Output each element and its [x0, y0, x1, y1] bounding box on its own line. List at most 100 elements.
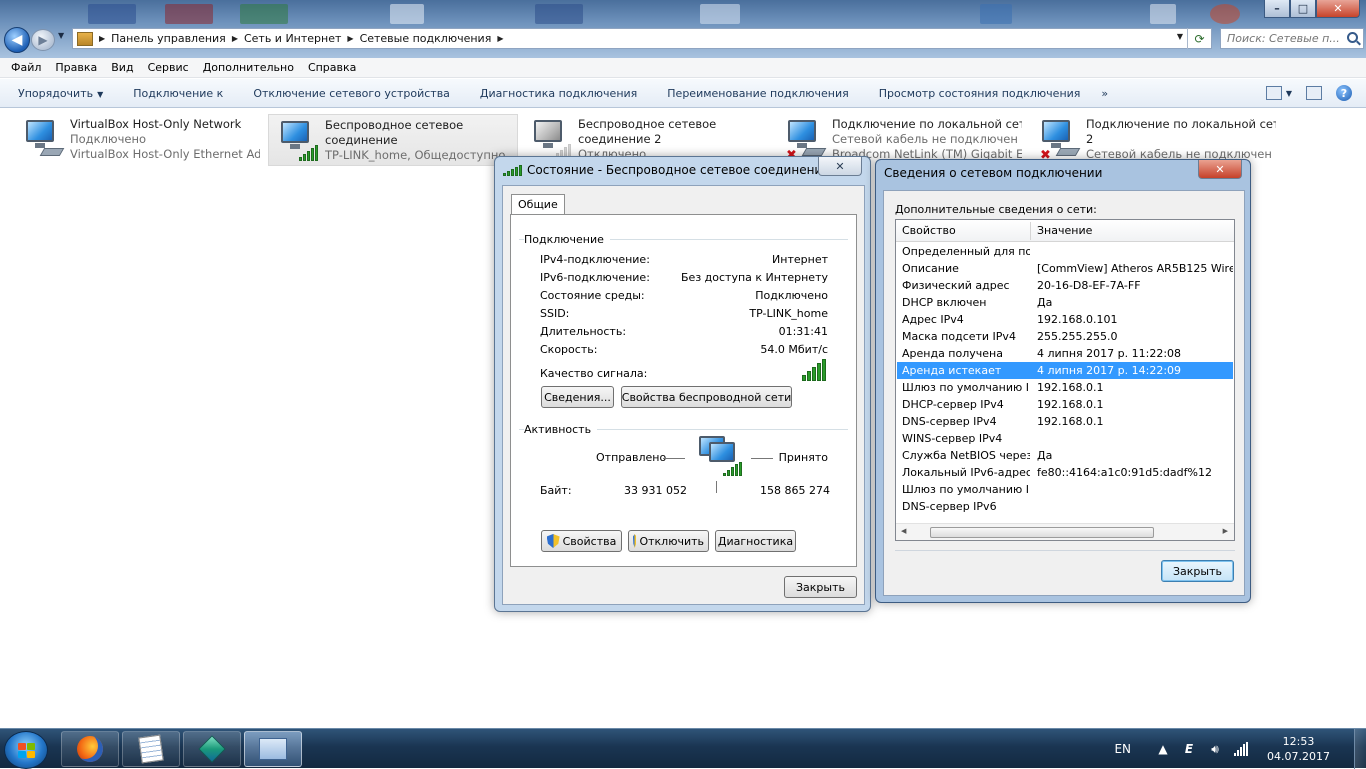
tab-general[interactable]: Общие [511, 194, 565, 214]
change-view-button[interactable]: ▼ [1265, 86, 1292, 100]
list-item[interactable]: DNS-сервер IPv6 [897, 498, 1233, 515]
details-dialog-close-button[interactable]: ✕ [1198, 160, 1242, 179]
forward-button[interactable]: ▶ [31, 29, 55, 51]
recent-pages-button[interactable]: ▼ [58, 31, 64, 40]
scrollbar-thumb[interactable] [930, 527, 1154, 538]
details-list[interactable]: Свойство Значение Определенный для по...… [895, 219, 1235, 541]
breadcrumb-network-connections[interactable]: Сетевые подключения [360, 32, 492, 45]
divider [895, 550, 1235, 551]
start-button[interactable] [4, 731, 48, 769]
menu-view[interactable]: Вид [104, 61, 140, 74]
details-button[interactable]: Сведения... [541, 386, 614, 408]
column-property-header[interactable]: Свойство [902, 224, 956, 237]
view-status-button[interactable]: Просмотр состояния подключения [864, 87, 1096, 100]
chevron-down-icon[interactable]: ▼ [1177, 32, 1183, 41]
preview-pane-icon[interactable] [1306, 86, 1322, 100]
property-cell: Шлюз по умолчанию IP... [902, 483, 1030, 496]
media-state-label: Состояние среды: [540, 289, 645, 302]
menu-tools[interactable]: Сервис [141, 61, 196, 74]
list-item[interactable]: WINS-сервер IPv4 [897, 430, 1233, 447]
chevron-right-icon[interactable]: ▶ [99, 34, 105, 43]
menu-edit[interactable]: Правка [48, 61, 104, 74]
media-state-value: Подключено [755, 289, 828, 302]
list-item[interactable]: Маска подсети IPv4 255.255.255.0 [897, 328, 1233, 345]
rename-connection-button[interactable]: Переименование подключения [652, 87, 863, 100]
view-icon [1265, 86, 1282, 100]
search-icon[interactable] [1347, 32, 1358, 43]
bytes-received-value: 158 865 274 [760, 484, 830, 497]
list-item[interactable]: Шлюз по умолчанию IP... [897, 481, 1233, 498]
address-bar[interactable]: ▶ Панель управления ▶ Сеть и Интернет ▶ … [72, 28, 1212, 49]
search-box[interactable] [1220, 28, 1364, 49]
monitor-icon [281, 121, 309, 143]
details-close-button[interactable]: Закрыть [1161, 560, 1234, 582]
maximize-button[interactable]: □ [1290, 0, 1316, 18]
property-cell: DNS-сервер IPv6 [902, 500, 997, 513]
chevron-right-icon[interactable]: ▶ [497, 34, 503, 43]
properties-button-label: Свойства [562, 534, 617, 548]
speed-label: Скорость: [540, 343, 598, 356]
details-dialog: Сведения о сетевом подключении ✕ Дополни… [875, 159, 1251, 603]
list-item[interactable]: Адрес IPv4 192.168.0.101 [897, 311, 1233, 328]
more-commands-button[interactable]: » [1095, 87, 1123, 100]
disable-device-button[interactable]: Отключение сетевого устройства [238, 87, 465, 100]
refresh-button[interactable]: ⟳ [1187, 28, 1211, 49]
diagnose-connection-button[interactable]: Диагностика подключения [465, 87, 652, 100]
taskbar-network-connections[interactable] [244, 731, 302, 767]
close-window-button[interactable]: ✕ [1316, 0, 1360, 18]
list-item[interactable]: DNS-сервер IPv4 192.168.0.1 [897, 413, 1233, 430]
breadcrumb-control-panel[interactable]: Панель управления [111, 32, 226, 45]
taskbar-app[interactable] [183, 731, 241, 767]
scroll-right-icon[interactable]: ▶ [1223, 527, 1228, 535]
list-item[interactable]: Служба NetBIOS через... Да [897, 447, 1233, 464]
status-close-button[interactable]: Закрыть [784, 576, 857, 598]
search-input[interactable] [1227, 32, 1339, 45]
volume-icon[interactable]: 🔊︎ [1207, 742, 1223, 756]
list-item[interactable]: Определенный для по... [897, 243, 1233, 260]
status-dialog-title-text: Состояние - Беспроводное сетевое соедине… [527, 163, 830, 177]
connect-to-button[interactable]: Подключение к [118, 87, 238, 100]
chevron-right-icon[interactable]: ▶ [232, 34, 238, 43]
menu-help[interactable]: Справка [301, 61, 363, 74]
value-cell: fe80::4164:a1c0:91d5:dadf%12 [1037, 466, 1212, 479]
connection-name: Подключение по локальной сети [832, 117, 1022, 131]
chevron-right-icon[interactable]: ▶ [347, 34, 353, 43]
properties-button[interactable]: Свойства [541, 530, 622, 552]
tray-app-icon[interactable]: E [1181, 742, 1197, 756]
wireless-properties-button[interactable]: Свойства беспроводной сети [621, 386, 792, 408]
list-item[interactable]: Локальный IPv6-адрес... fe80::4164:a1c0:9… [897, 464, 1233, 481]
list-item[interactable]: Аренда истекает 4 липня 2017 р. 14:22:09 [897, 362, 1233, 379]
scroll-left-icon[interactable]: ◀ [901, 527, 906, 535]
taskbar-firefox[interactable] [61, 731, 119, 767]
breadcrumb-network-internet[interactable]: Сеть и Интернет [244, 32, 341, 45]
network-signal-icon[interactable] [1233, 742, 1249, 756]
connection-item-virtualbox[interactable]: VirtualBox Host-Only Network Подключено … [14, 114, 264, 166]
horizontal-scrollbar[interactable]: ◀ ▶ [896, 523, 1234, 540]
menu-advanced[interactable]: Дополнительно [196, 61, 301, 74]
organize-button[interactable]: Упорядочить ▼ [0, 87, 118, 100]
list-item[interactable]: Аренда получена 4 липня 2017 р. 11:22:08 [897, 345, 1233, 362]
language-indicator[interactable]: EN [1114, 742, 1131, 756]
list-item[interactable]: Описание [CommView] Atheros AR5B125 Wirel… [897, 260, 1233, 277]
column-divider[interactable] [1030, 222, 1031, 240]
cube-app-icon [198, 735, 226, 763]
list-item[interactable]: Шлюз по умолчанию IP... 192.168.0.1 [897, 379, 1233, 396]
taskbar-notepad[interactable] [122, 731, 180, 767]
received-label: Принято [778, 451, 828, 464]
back-button[interactable]: ◀ [4, 27, 30, 53]
clock[interactable]: 12:53 04.07.2017 [1267, 734, 1330, 764]
list-item[interactable]: DHCP-сервер IPv4 192.168.0.1 [897, 396, 1233, 413]
background-window-thumbnail [88, 4, 136, 24]
column-value-header[interactable]: Значение [1037, 224, 1092, 237]
status-dialog-close-button[interactable]: ✕ [818, 157, 862, 176]
minimize-button[interactable]: – [1264, 0, 1290, 18]
disable-button[interactable]: Отключить [628, 530, 709, 552]
diagnose-button[interactable]: Диагностика [715, 530, 796, 552]
connection-item-wireless[interactable]: Беспроводное сетевое соединение TP-LINK_… [268, 114, 518, 166]
menu-file[interactable]: Файл [4, 61, 48, 74]
help-icon[interactable]: ? [1336, 85, 1352, 101]
show-desktop-button[interactable] [1354, 729, 1366, 769]
list-item[interactable]: DHCP включен Да [897, 294, 1233, 311]
list-item[interactable]: Физический адрес 20-16-D8-EF-7A-FF [897, 277, 1233, 294]
show-hidden-icons[interactable]: ▲ [1155, 742, 1171, 756]
